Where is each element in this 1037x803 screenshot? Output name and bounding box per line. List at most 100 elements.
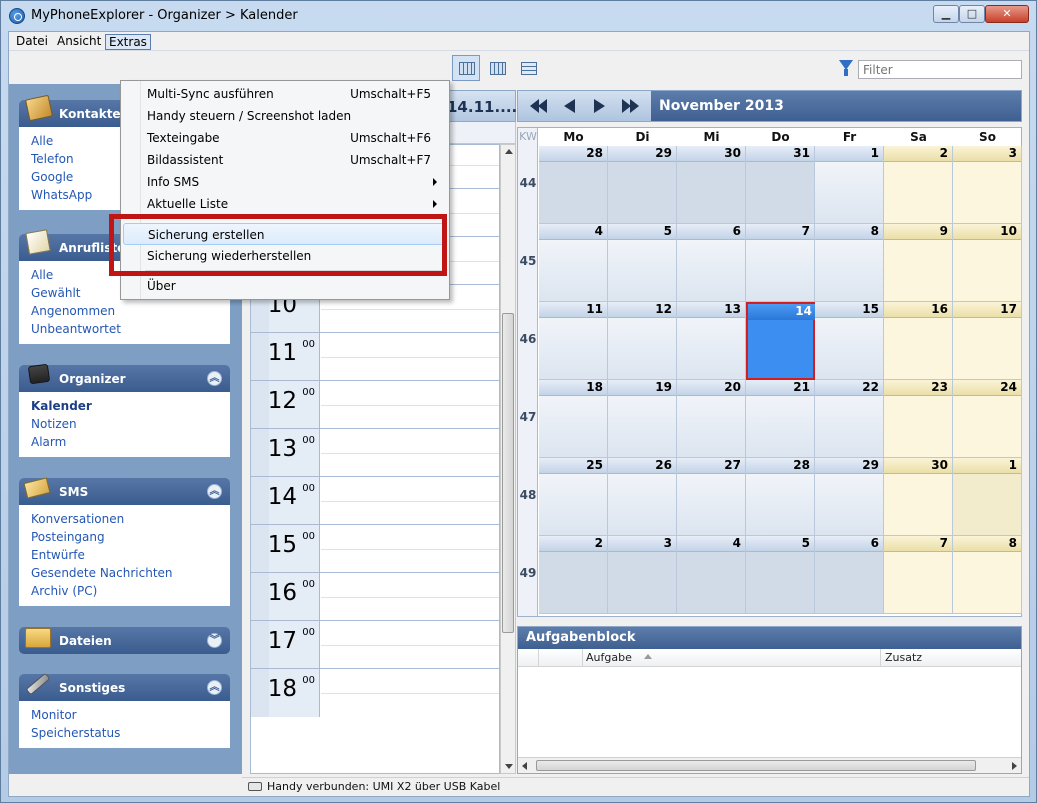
sidebar-item-angenommen[interactable]: Angenommen — [31, 302, 218, 320]
minimize-button[interactable]: ▁ — [933, 5, 959, 23]
sidebar-item-unbeantwortet[interactable]: Unbeantwortet — [31, 320, 218, 338]
hour-row[interactable]: 13 00 — [251, 428, 499, 477]
menu-item-aktuelle-liste[interactable]: Aktuelle Liste — [123, 193, 447, 215]
hour-row[interactable]: 11 00 — [251, 332, 499, 381]
calendar-day[interactable]: 5 — [746, 536, 815, 614]
menu-extras[interactable]: Extras — [105, 34, 151, 50]
panel-header[interactable]: Sonstiges ︽ — [19, 672, 230, 701]
collapse-chevron-icon[interactable]: ︽ — [207, 484, 222, 499]
calendar-day[interactable]: 20 — [677, 380, 746, 458]
panel-header[interactable]: Organizer ︽ — [19, 363, 230, 392]
calendar-day[interactable]: 18 — [539, 380, 608, 458]
next-year-icon-2[interactable] — [630, 99, 639, 113]
calendar-day[interactable]: 23 — [884, 380, 953, 458]
month-view-button[interactable] — [452, 55, 480, 81]
calendar-day[interactable]: 30 — [677, 146, 746, 224]
calendar-day[interactable]: 9 — [884, 224, 953, 302]
calendar-day[interactable]: 7 — [884, 536, 953, 614]
maximize-button[interactable]: □ — [959, 5, 985, 23]
menu-item-multi-sync-ausführen[interactable]: Multi-Sync ausführen Umschalt+F5 — [123, 83, 447, 105]
calendar-day[interactable]: 10 — [953, 224, 1022, 302]
calendar-day[interactable]: 3 — [953, 146, 1022, 224]
calendar-day[interactable]: 16 — [884, 302, 953, 380]
filter-input[interactable] — [858, 60, 1022, 79]
calendar-day[interactable]: 4 — [677, 536, 746, 614]
next-month-icon[interactable] — [594, 99, 605, 113]
calendar-day-today[interactable]: 14 — [746, 302, 816, 380]
menu-item-bildassistent[interactable]: Bildassistent Umschalt+F7 — [123, 149, 447, 171]
scroll-thumb[interactable] — [502, 313, 514, 633]
calendar-day[interactable]: 30 — [884, 458, 953, 536]
calendar-day[interactable]: 19 — [608, 380, 677, 458]
calendar-day[interactable]: 15 — [815, 302, 884, 380]
calendar-day[interactable]: 13 — [677, 302, 746, 380]
close-button[interactable]: ✕ — [985, 5, 1029, 23]
column-aufgabe[interactable]: Aufgabe — [586, 651, 632, 664]
calendar-day[interactable]: 1 — [815, 146, 884, 224]
sidebar-item-entwuerfe[interactable]: Entwürfe — [31, 546, 218, 564]
scroll-right-icon[interactable] — [1012, 762, 1017, 770]
calendar-day[interactable]: 7 — [746, 224, 815, 302]
calendar-day[interactable]: 22 — [815, 380, 884, 458]
expand-chevron-icon[interactable]: ︾ — [207, 633, 222, 648]
tasks-horizontal-scrollbar[interactable] — [518, 757, 1021, 773]
calendar-day[interactable]: 25 — [539, 458, 608, 536]
sidebar-item-alarm[interactable]: Alarm — [31, 433, 218, 451]
column-zusatz[interactable]: Zusatz — [885, 651, 922, 664]
calendar-day[interactable]: 12 — [608, 302, 677, 380]
panel-header[interactable]: SMS ︽ — [19, 477, 230, 505]
collapse-chevron-icon[interactable]: ︽ — [207, 680, 222, 695]
hour-row[interactable]: 18 00 — [251, 668, 499, 717]
calendar-day[interactable]: 8 — [953, 536, 1022, 614]
calendar-day[interactable]: 8 — [815, 224, 884, 302]
scroll-up-icon[interactable] — [505, 149, 513, 154]
day-scrollbar[interactable] — [500, 144, 516, 774]
prev-year-icon-2[interactable] — [538, 99, 547, 113]
calendar-day[interactable]: 28 — [746, 458, 815, 536]
calendar-day[interactable]: 31 — [746, 146, 815, 224]
sidebar-item-posteingang[interactable]: Posteingang — [31, 528, 218, 546]
sidebar-item-archiv[interactable]: Archiv (PC) — [31, 582, 218, 600]
calendar-day[interactable]: 29 — [815, 458, 884, 536]
sidebar-item-konversationen[interactable]: Konversationen — [31, 510, 218, 528]
hour-row[interactable]: 14 00 — [251, 476, 499, 525]
sidebar-item-speicherstatus[interactable]: Speicherstatus — [31, 724, 218, 742]
menu-item-info-sms[interactable]: Info SMS — [123, 171, 447, 193]
calendar-day[interactable]: 1 — [953, 458, 1022, 536]
calendar-day[interactable]: 2 — [539, 536, 608, 614]
calendar-day[interactable]: 5 — [608, 224, 677, 302]
panel-header[interactable]: Dateien ︾ — [19, 627, 230, 654]
list-view-button[interactable] — [514, 55, 542, 81]
calendar-day[interactable]: 3 — [608, 536, 677, 614]
menu-ansicht[interactable]: Ansicht — [54, 34, 104, 50]
scroll-left-icon[interactable] — [522, 762, 527, 770]
sidebar-item-gesendete[interactable]: Gesendete Nachrichten — [31, 564, 218, 582]
calendar-day[interactable]: 27 — [677, 458, 746, 536]
menu-item-über[interactable]: Über — [123, 275, 447, 297]
sidebar-item-monitor[interactable]: Monitor — [31, 706, 218, 724]
hour-row[interactable]: 12 00 — [251, 380, 499, 429]
calendar-day[interactable]: 17 — [953, 302, 1022, 380]
sidebar-item-kalender[interactable]: Kalender — [31, 397, 218, 415]
menu-item-handy-steuern-screenshot-laden[interactable]: Handy steuern / Screenshot laden — [123, 105, 447, 127]
hour-row[interactable]: 17 00 — [251, 620, 499, 669]
hour-row[interactable]: 15 00 — [251, 524, 499, 573]
calendar-day[interactable]: 11 — [539, 302, 608, 380]
scroll-thumb[interactable] — [536, 760, 976, 771]
calendar-day[interactable]: 26 — [608, 458, 677, 536]
menu-datei[interactable]: Datei — [13, 34, 51, 50]
calendar-day[interactable]: 6 — [815, 536, 884, 614]
hour-row[interactable]: 16 00 — [251, 572, 499, 621]
calendar-day[interactable]: 6 — [677, 224, 746, 302]
calendar-day[interactable]: 28 — [539, 146, 608, 224]
week-view-button[interactable] — [483, 55, 511, 81]
collapse-chevron-icon[interactable]: ︽ — [207, 371, 222, 386]
sidebar-item-notizen[interactable]: Notizen — [31, 415, 218, 433]
calendar-day[interactable]: 24 — [953, 380, 1022, 458]
menu-item-texteingabe[interactable]: Texteingabe Umschalt+F6 — [123, 127, 447, 149]
calendar-day[interactable]: 4 — [539, 224, 608, 302]
calendar-day[interactable]: 29 — [608, 146, 677, 224]
prev-month-icon[interactable] — [564, 99, 575, 113]
calendar-day[interactable]: 21 — [746, 380, 815, 458]
scroll-down-icon[interactable] — [505, 764, 513, 769]
